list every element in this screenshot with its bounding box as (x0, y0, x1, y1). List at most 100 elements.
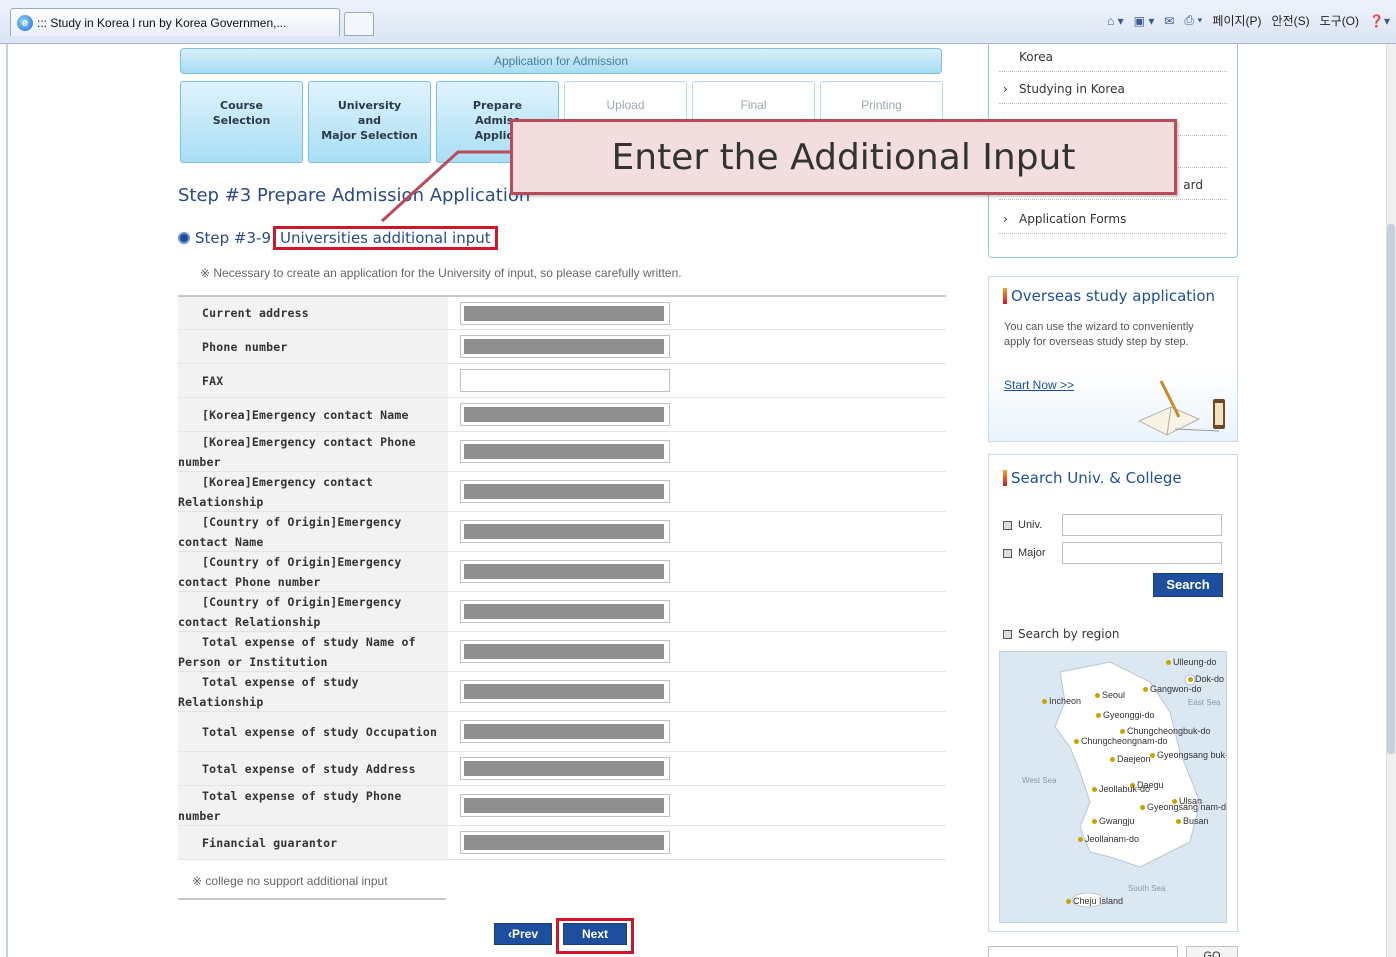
vertical-scrollbar[interactable] (1386, 44, 1396, 957)
tools-menu[interactable]: 도구(O) (1320, 12, 1359, 29)
page-menu[interactable]: 페이지(P) (1212, 12, 1261, 29)
form-row: Total expense of study Relationship (178, 672, 946, 712)
major-sites-select[interactable] (988, 946, 1178, 957)
map-label[interactable]: Busan (1176, 816, 1209, 826)
map-label[interactable]: Gwangju (1092, 816, 1135, 826)
form-input[interactable] (460, 640, 670, 663)
new-tab-button[interactable] (344, 12, 374, 36)
go-button[interactable]: GO (1186, 946, 1238, 957)
form-input[interactable] (460, 720, 670, 743)
sidebar-item-korea[interactable]: Korea (999, 44, 1227, 72)
map-label[interactable]: Gyeongsang nam-do (1140, 802, 1226, 812)
sidebar-item-studying[interactable]: Studying in Korea (999, 74, 1227, 104)
form-input[interactable] (460, 369, 670, 392)
form-input[interactable] (460, 794, 670, 817)
form-field-cell (448, 592, 946, 631)
safety-menu[interactable]: 안전(S) (1272, 12, 1310, 29)
major-label-text: Major (1018, 547, 1046, 559)
form-field-label: [Korea]Emergency contact Phone number (178, 432, 448, 471)
form-input[interactable] (460, 301, 670, 325)
form-row: [Korea]Emergency contact Phone number (178, 432, 946, 472)
form-input[interactable] (460, 757, 670, 780)
form-input[interactable] (460, 560, 670, 583)
form-row: [Korea]Emergency contact Relationship (178, 472, 946, 512)
redacted-value (464, 684, 664, 699)
map-label[interactable]: Daejeon (1110, 754, 1151, 764)
map-label[interactable]: Ulleung-do (1166, 657, 1217, 667)
annotation-callout: Enter the Additional Input (510, 119, 1177, 195)
form-field-label-text: [Korea]Emergency contact Name (202, 407, 409, 422)
section-highlight: Universities additional input (273, 226, 498, 250)
major-search-input[interactable] (1062, 542, 1222, 564)
feeds-icon[interactable]: ▣ ▾ (1134, 14, 1155, 28)
form-row: [Country of Origin]Emergency contact Nam… (178, 512, 946, 552)
map-label[interactable]: Cheju Island (1066, 896, 1123, 906)
search-title-text: Search Univ. & College (1011, 469, 1182, 487)
form-row: Total expense of study Occupation (178, 712, 946, 752)
form-input[interactable] (460, 440, 670, 463)
book-hourglass-icon (1137, 380, 1225, 436)
form-input[interactable] (460, 600, 670, 623)
map-label[interactable]: Incheon (1042, 696, 1081, 706)
form-field-cell (448, 826, 946, 859)
scrollbar-thumb[interactable] (1387, 224, 1395, 754)
command-bar: ⌂ ▾ ▣ ▾ ✉ ⎙ ▾ 페이지(P) 안전(S) 도구(O) ❓▾ (1107, 12, 1390, 29)
start-now-link[interactable]: Start Now >> (1004, 378, 1074, 392)
map-label[interactable]: Seoul (1095, 690, 1125, 700)
form-row: Phone number (178, 330, 946, 364)
title-bar-icon (1003, 288, 1007, 304)
map-sea-label: West Sea (1022, 776, 1057, 785)
form-field-label-text: Total expense of study Address (202, 761, 416, 776)
sidebar-item-application-forms[interactable]: Application Forms (999, 204, 1227, 234)
mail-icon[interactable]: ✉ (1164, 14, 1174, 28)
form-field-cell (448, 364, 946, 397)
map-label[interactable]: Chungcheongbuk-do (1120, 726, 1211, 736)
map-label[interactable]: Gangwon-do (1143, 684, 1202, 694)
home-icon[interactable]: ⌂ ▾ (1107, 14, 1124, 28)
form-field-cell (448, 552, 946, 591)
form-input[interactable] (460, 403, 670, 426)
redacted-value (464, 798, 664, 813)
map-label[interactable]: Jeollanam-do (1078, 834, 1139, 844)
form-field-label-text: Financial guarantor (202, 835, 338, 850)
form-input[interactable] (460, 831, 670, 854)
print-icon[interactable]: ⎙ ▾ (1184, 13, 1202, 28)
step-university-major[interactable]: University and Major Selection (308, 81, 431, 163)
step-course-selection[interactable]: Course Selection (180, 81, 303, 163)
form-input[interactable] (460, 335, 670, 358)
next-button[interactable]: Next (563, 923, 627, 945)
form-field-label-text: Total expense of study Relationship (178, 674, 359, 709)
map-label[interactable]: Jeollabuk-do (1092, 784, 1150, 794)
overseas-study-box: Overseas study application You can use t… (988, 276, 1238, 442)
redacted-value (464, 305, 664, 321)
form-field-label-text: Total expense of study Occupation (202, 724, 438, 739)
square-bullet-icon (1003, 629, 1012, 639)
map-label[interactable]: Gyeongsang buk-do (1150, 750, 1226, 760)
help-icon[interactable]: ❓▾ (1369, 14, 1390, 28)
map-label[interactable]: Chungcheongnam-do (1074, 736, 1168, 746)
form-field-label: [Korea]Emergency contact Name (178, 398, 448, 431)
search-region-label: Search by region (1003, 627, 1120, 641)
form-input[interactable] (460, 480, 670, 503)
search-button[interactable]: Search (1153, 573, 1223, 597)
form-field-label: Total expense of study Occupation (178, 712, 448, 751)
univ-search-input[interactable] (1062, 514, 1222, 536)
redacted-value (464, 339, 664, 354)
form-field-cell (448, 786, 946, 825)
map-label[interactable]: Gyeonggi-do (1096, 710, 1155, 720)
korea-region-map[interactable]: Ulleung-do Dok-do Gangwon-do Seoul Inche… (999, 651, 1227, 923)
redacted-value (464, 484, 664, 499)
divider (178, 898, 446, 900)
step-label: Prepare (472, 99, 523, 112)
step-label: University (337, 99, 402, 112)
browser-tab[interactable]: e ::: Study in Korea l run by Korea Gove… (10, 8, 340, 36)
form-field-label: Total expense of study Address (178, 752, 448, 785)
form-input[interactable] (460, 680, 670, 703)
square-bullet-icon (1003, 520, 1012, 530)
form-field-label-text: Phone number (202, 339, 288, 354)
form-input[interactable] (460, 520, 670, 543)
section-prefix: Step #3-9 (195, 229, 271, 247)
prev-button[interactable]: ‹Prev (494, 923, 552, 945)
map-label[interactable]: Dok-do (1188, 674, 1224, 684)
region-label-text: Search by region (1018, 627, 1120, 641)
